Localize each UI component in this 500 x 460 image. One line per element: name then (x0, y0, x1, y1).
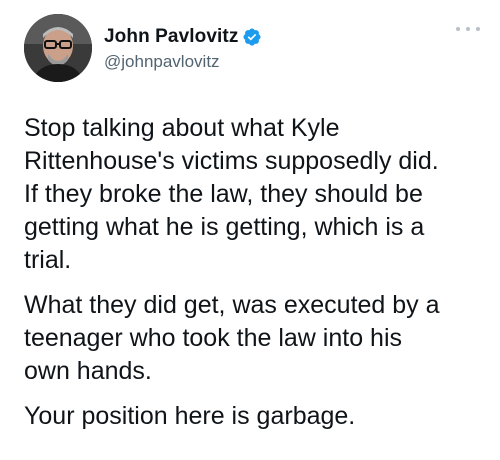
tweet-text: Stop talking about what Kyle Rittenhouse… (24, 112, 494, 445)
tweet-line: getting what he is getting, which is a (24, 213, 425, 241)
tweet-line: Stop talking about what Kyle (24, 114, 340, 142)
more-options-icon[interactable] (456, 24, 480, 34)
avatar[interactable] (24, 14, 92, 82)
dot (456, 27, 460, 31)
tweet-line: teenager who took the law into his (24, 324, 403, 352)
verified-badge-icon (243, 28, 261, 46)
tweet-paragraph-3: Your position here is garbage. (24, 400, 494, 433)
dot (466, 27, 470, 31)
tweet-line: trial. (24, 246, 72, 274)
tweet-card: John Pavlovitz @johnpavlovitz Stop talki… (0, 0, 500, 460)
tweet-line: Your position here is garbage. (24, 402, 356, 430)
tweet-line: Rittenhouse's victims supposedly did. (24, 147, 439, 175)
tweet-paragraph-1: Stop talking about what Kyle Rittenhouse… (24, 112, 494, 277)
tweet-line: own hands. (24, 357, 152, 385)
tweet-paragraph-2: What they did get, was executed by a tee… (24, 289, 494, 388)
author-name-row: John Pavlovitz (104, 26, 262, 48)
profile-photo (24, 14, 92, 82)
author-display-name[interactable]: John Pavlovitz (104, 26, 238, 48)
author-handle[interactable]: @johnpavlovitz (104, 52, 220, 72)
tweet-line: If they broke the law, they should be (24, 180, 423, 208)
tweet-line: What they did get, was executed by a (24, 291, 440, 319)
dot (476, 27, 480, 31)
